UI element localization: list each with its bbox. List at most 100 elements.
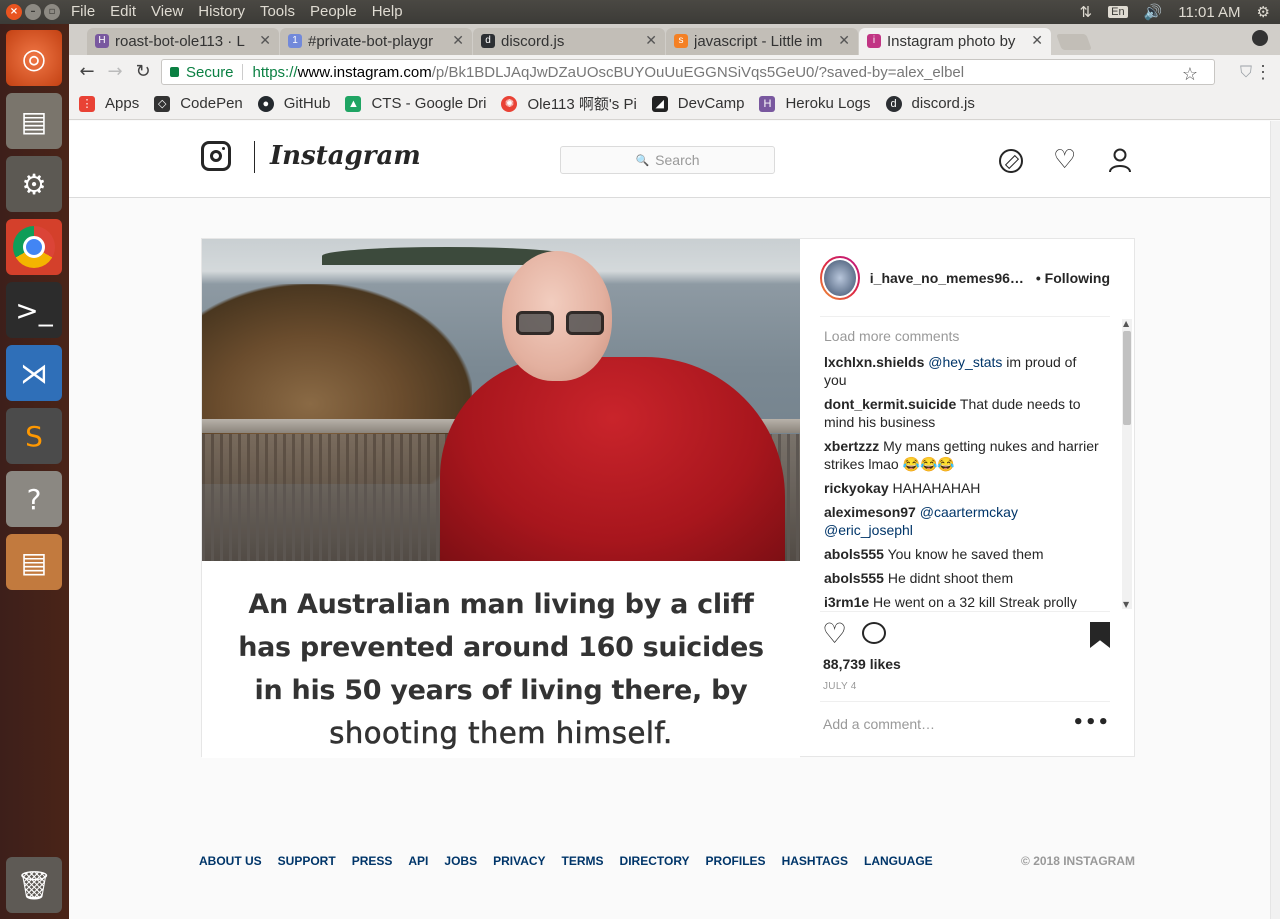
comment-user[interactable]: i3rm1e — [824, 594, 869, 609]
comment-user[interactable]: rickyokay — [824, 480, 889, 496]
comment-user[interactable]: abols555 — [824, 546, 884, 562]
activity-heart-icon[interactable]: ♡ — [1053, 147, 1079, 173]
browser-profile-icon[interactable] — [1252, 30, 1268, 46]
like-heart-icon[interactable]: ♡ — [822, 620, 847, 648]
footer-link-terms[interactable]: TERMS — [562, 854, 604, 868]
extension-shield-icon[interactable]: ⛉ — [1240, 64, 1252, 82]
footer-link-support[interactable]: SUPPORT — [278, 854, 336, 868]
footer-link-jobs[interactable]: JOBS — [444, 854, 477, 868]
back-arrow-icon[interactable]: ← — [75, 60, 99, 84]
power-gear-icon[interactable]: ⚙ — [1257, 3, 1270, 21]
address-bar[interactable]: Secure https:// www.instagram.com /p/Bk1… — [161, 59, 1272, 85]
avatar[interactable] — [820, 255, 860, 300]
menu-file[interactable]: File — [71, 3, 95, 20]
search-input[interactable]: 🔍 Search — [560, 146, 775, 174]
comment-bubble-icon[interactable] — [862, 622, 886, 644]
volume-icon[interactable]: 🔊 — [1144, 3, 1163, 21]
bookmark-ole113[interactable]: ✺ Ole113 啊额's Pi — [501, 93, 637, 114]
system-settings-icon[interactable]: ⚙ — [6, 156, 62, 212]
vscode-icon[interactable]: ⋊ — [6, 345, 62, 401]
footer-link-about[interactable]: ABOUT US — [199, 854, 262, 868]
tab-close-icon[interactable]: ✕ — [1031, 32, 1043, 49]
like-count[interactable]: 88,739 likes — [823, 656, 901, 672]
reload-icon[interactable]: ↻ — [131, 60, 155, 84]
browser-toolbar: ← → ↻ Secure https:// www.instagram.com … — [69, 55, 1280, 88]
omnibox-separator — [241, 64, 243, 80]
comment-mention[interactable]: @hey_stats — [928, 354, 1002, 370]
terminal-icon[interactable]: >_ — [6, 282, 62, 338]
menu-help[interactable]: Help — [372, 3, 403, 20]
tab-stackoverflow[interactable]: s javascript - Little im ✕ — [666, 28, 858, 55]
files-archive-icon[interactable]: ▤ — [6, 534, 62, 590]
bookmark-discordjs[interactable]: d discord.js — [885, 95, 975, 112]
instagram-camera-icon[interactable] — [201, 141, 231, 171]
page-scrollbar[interactable] — [1270, 121, 1280, 919]
footer-link-profiles[interactable]: PROFILES — [706, 854, 766, 868]
save-bookmark-icon[interactable] — [1090, 622, 1110, 648]
footer-link-privacy[interactable]: PRIVACY — [493, 854, 545, 868]
tab-close-icon[interactable]: ✕ — [645, 32, 657, 49]
comment-user[interactable]: dont_kermit.suicide — [824, 396, 956, 412]
window-maximize-button[interactable]: ▫ — [44, 4, 60, 20]
comment-user[interactable]: abols555 — [824, 570, 884, 586]
comment-user[interactable]: lxchlxn.shields — [824, 354, 924, 370]
menu-edit[interactable]: Edit — [110, 3, 136, 20]
explore-compass-icon[interactable] — [999, 149, 1023, 173]
network-icon[interactable]: ⇅ — [1080, 3, 1093, 21]
footer-link-language[interactable]: LANGUAGE — [864, 854, 933, 868]
post-photo — [202, 239, 800, 561]
unknown-drive-icon[interactable]: ? — [6, 471, 62, 527]
clock[interactable]: 11:01 AM — [1178, 4, 1240, 21]
profile-user-icon[interactable] — [1107, 147, 1133, 173]
google-drive-icon: ▲ — [345, 95, 362, 112]
comment-user[interactable]: aleximeson97 — [824, 504, 916, 520]
footer-link-hashtags[interactable]: HASHTAGS — [782, 854, 848, 868]
comments-scrollbar[interactable]: ▲ ▼ — [1122, 319, 1132, 609]
following-button[interactable]: • Following — [1036, 270, 1110, 286]
footer-link-press[interactable]: PRESS — [352, 854, 393, 868]
browser-menu-icon[interactable]: ⋮ — [1254, 62, 1272, 83]
trash-icon[interactable]: 🗑 — [6, 857, 62, 913]
files-cabinet-icon[interactable]: ▤ — [6, 93, 62, 149]
add-comment-field[interactable]: Add a comment… ••• — [820, 701, 1110, 753]
bookmark-star-icon[interactable]: ☆ — [1182, 64, 1198, 85]
load-more-comments-link[interactable]: Load more comments — [824, 327, 1100, 345]
footer-link-directory[interactable]: DIRECTORY — [620, 854, 690, 868]
tab-discord-channel[interactable]: 1 #private-bot-playgr ✕ — [280, 28, 472, 55]
tab-close-icon[interactable]: ✕ — [452, 32, 464, 49]
post-username[interactable]: i_have_no_memes96… — [870, 270, 1024, 286]
window-close-button[interactable]: × — [6, 4, 22, 20]
new-tab-button[interactable] — [1056, 34, 1092, 50]
scroll-up-icon[interactable]: ▲ — [1123, 319, 1129, 328]
bookmark-google-drive[interactable]: ▲ CTS - Google Dri — [345, 95, 486, 112]
bookmark-github[interactable]: ● GitHub — [257, 95, 330, 112]
scrollbar-thumb[interactable] — [1123, 331, 1131, 425]
post-image[interactable]: An Australian man living by a cliff has … — [202, 239, 800, 758]
forward-arrow-icon[interactable]: → — [103, 60, 127, 84]
menu-people[interactable]: People — [310, 3, 357, 20]
tab-discordjs[interactable]: d discord.js ✕ — [473, 28, 665, 55]
tab-close-icon[interactable]: ✕ — [259, 32, 271, 49]
ubuntu-dash-icon[interactable]: ◎ — [6, 30, 62, 86]
menu-history[interactable]: History — [198, 3, 245, 20]
comment-user[interactable]: xbertzzz — [824, 438, 879, 454]
instagram-wordmark[interactable]: Instagram — [270, 141, 421, 171]
browser-tab-strip: H roast-bot-ole113 · L ✕ 1 #private-bot-… — [69, 24, 1280, 55]
bookmark-codepen[interactable]: ◇ CodePen — [154, 95, 243, 112]
more-options-icon[interactable]: ••• — [1072, 712, 1110, 733]
footer-link-api[interactable]: API — [408, 854, 428, 868]
bookmark-heroku-logs[interactable]: H Heroku Logs — [759, 95, 871, 112]
sublime-text-icon[interactable]: S — [6, 408, 62, 464]
bookmark-apps[interactable]: ⋮ Apps — [79, 95, 139, 112]
tab-instagram[interactable]: i Instagram photo by ✕ — [859, 28, 1051, 55]
chrome-icon[interactable] — [6, 219, 62, 275]
menu-tools[interactable]: Tools — [260, 3, 295, 20]
window-minimize-button[interactable]: – — [25, 4, 41, 20]
keyboard-language-indicator[interactable]: En — [1108, 6, 1128, 18]
post-date[interactable]: JULY 4 — [823, 681, 857, 692]
tab-roast-bot[interactable]: H roast-bot-ole113 · L ✕ — [87, 28, 279, 55]
tab-close-icon[interactable]: ✕ — [838, 32, 850, 49]
bookmark-devcamp[interactable]: ◢ DevCamp — [651, 95, 744, 112]
menu-view[interactable]: View — [151, 3, 183, 20]
scroll-down-icon[interactable]: ▼ — [1123, 600, 1129, 609]
